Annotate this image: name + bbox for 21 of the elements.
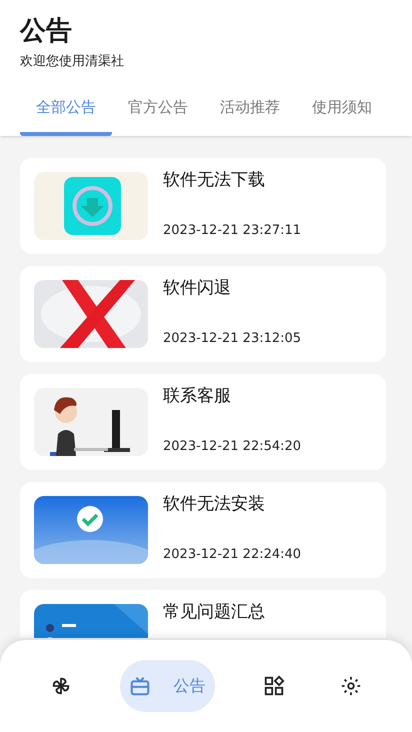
notice-date: 2023-12-21 22:54:20 (163, 438, 302, 456)
tab[interactable]: 官方公告 (112, 90, 204, 136)
notice-card[interactable]: 常见问题汇总 (20, 590, 386, 638)
notice-title: 软件无法下载 (163, 168, 265, 192)
notice-title: 软件无法安装 (163, 492, 265, 516)
tab[interactable]: 全部公告 (20, 90, 112, 136)
notice-card[interactable]: 软件无法下载 2023-12-21 23:27:11 (20, 158, 386, 254)
grid-icon (262, 675, 285, 697)
notice-card[interactable]: 联系客服 2023-12-21 22:54:20 (20, 374, 386, 470)
page-title: 公告 (20, 15, 72, 48)
notice-title: 联系客服 (163, 384, 231, 408)
notice-date: 2023-12-21 23:12:05 (163, 330, 302, 348)
notice-title: 软件闪退 (163, 276, 231, 300)
notice-date: 2023-12-21 22:24:40 (163, 546, 302, 564)
tab[interactable]: 活动推荐 (204, 90, 296, 136)
notice-title: 常见问题汇总 (163, 600, 265, 624)
notice-card[interactable]: 软件闪退 2023-12-21 23:12:05 (20, 266, 386, 362)
welcome-text: 欢迎您使用清渠社 (20, 53, 124, 71)
tab[interactable]: 使用须知 (296, 90, 388, 136)
notice-date: 2023-12-21 23:27:11 (163, 222, 302, 240)
notice-card[interactable]: 软件无法安装 2023-12-21 22:24:40 (20, 482, 386, 578)
